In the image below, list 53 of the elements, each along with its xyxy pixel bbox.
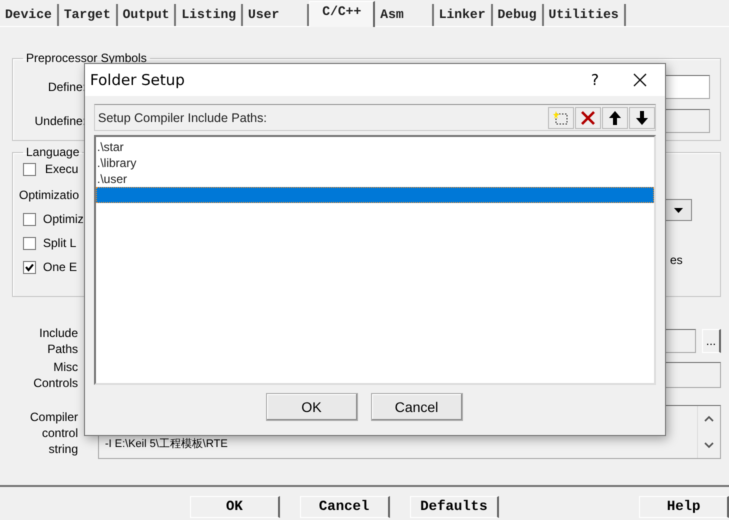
up-arrow-icon xyxy=(608,110,622,126)
tab[interactable]: Asm xyxy=(375,4,434,26)
list-title: Setup Compiler Include Paths: xyxy=(98,110,268,124)
field-label: Optimizatio xyxy=(19,188,80,202)
field-label: Misc Controls xyxy=(32,359,78,391)
close-icon[interactable] xyxy=(633,73,647,87)
dialog-button[interactable]: Help xyxy=(639,496,729,518)
list-item[interactable]: .\library xyxy=(96,155,654,171)
list-item[interactable]: .\user xyxy=(96,171,654,187)
group-title: Preprocessor Symbols xyxy=(25,51,148,65)
move-down-button[interactable] xyxy=(629,106,655,128)
checkbox[interactable] xyxy=(23,260,36,274)
delete-icon xyxy=(580,110,596,126)
dialog-button[interactable]: Defaults xyxy=(410,496,500,518)
tab[interactable]: Target xyxy=(58,4,118,26)
delete-button[interactable] xyxy=(575,106,601,128)
checkbox-label: es xyxy=(670,253,683,267)
scroll-down-icon[interactable] xyxy=(704,442,714,448)
tab[interactable]: Debug xyxy=(492,4,544,26)
field-label: Define: xyxy=(46,79,86,95)
list-item[interactable]: .\star xyxy=(96,139,654,155)
tab[interactable]: Utilities xyxy=(544,4,626,26)
checkbox-label: One E xyxy=(43,260,78,274)
field-label: Undefine: xyxy=(34,113,86,129)
dialog-button[interactable]: OK xyxy=(190,496,280,518)
caret-icon xyxy=(674,208,682,212)
dialog-button[interactable]: Cancel xyxy=(370,393,462,421)
new-folder-icon xyxy=(553,110,569,126)
dialog-button[interactable]: OK xyxy=(266,393,358,421)
checkbox[interactable] xyxy=(23,236,36,250)
checkbox[interactable] xyxy=(23,212,36,226)
field-label: Compiler control string xyxy=(28,409,78,458)
checkbox-label: Execu xyxy=(45,162,78,176)
dialog-title: Folder Setup xyxy=(90,71,186,89)
field-value: -I E:\Keil 5\工程模板\RTE xyxy=(105,437,228,451)
tab[interactable]: Output xyxy=(118,4,176,26)
checkbox[interactable] xyxy=(23,162,36,176)
checkbox-label: Optimiz xyxy=(43,212,84,226)
group-title: Language xyxy=(25,145,80,159)
checkbox-label: Split L xyxy=(43,236,76,250)
new-folder-button[interactable] xyxy=(548,106,574,128)
help-button[interactable]: ? xyxy=(575,71,615,89)
move-up-button[interactable] xyxy=(602,106,628,128)
tab[interactable]: Listing xyxy=(176,4,244,26)
browse-button[interactable]: ... xyxy=(702,329,721,353)
tab[interactable]: Linker xyxy=(434,4,492,26)
tab[interactable]: Device xyxy=(0,4,59,26)
field-label: Include Paths xyxy=(38,325,78,357)
tab[interactable]: C/C++ xyxy=(309,1,376,27)
dropdown-button[interactable] xyxy=(664,199,692,221)
down-arrow-icon xyxy=(635,110,649,126)
scroll-up-icon[interactable] xyxy=(704,416,714,422)
dialog-button[interactable]: Cancel xyxy=(300,496,390,518)
